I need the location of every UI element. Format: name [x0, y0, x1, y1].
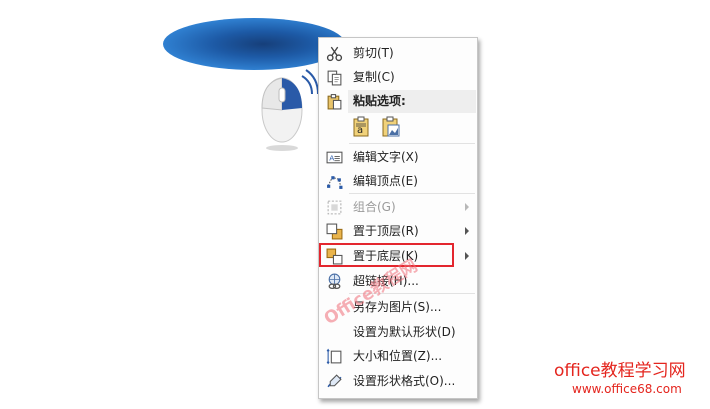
menu-item-label: 设置为默认形状(D): [353, 325, 456, 339]
group-icon: [327, 200, 342, 215]
menu-item-group[interactable]: 组合(G): [319, 195, 477, 219]
copy-icon: [327, 70, 342, 86]
scissors-icon: [326, 46, 343, 62]
menu-item-bring-to-front[interactable]: 置于顶层(R): [319, 219, 477, 243]
menu-item-format-shape[interactable]: 设置形状格式(O)...: [319, 369, 477, 393]
menu-item-edit-text[interactable]: A 编辑文字(X): [319, 145, 477, 169]
menu-item-label: 编辑文字(X): [353, 150, 419, 164]
send-to-back-highlight-box: [319, 243, 454, 267]
menu-item-size-position[interactable]: 大小和位置(Z)...: [319, 344, 477, 368]
paste-options-label: 粘贴选项:: [353, 94, 406, 108]
bring-to-front-icon: [326, 223, 343, 240]
menu-item-copy[interactable]: 复制(C): [319, 65, 477, 89]
menu-item-label: 置于顶层(R): [353, 224, 419, 238]
submenu-arrow-icon: [465, 203, 469, 211]
format-shape-icon: [327, 374, 342, 388]
menu-separator: [349, 193, 475, 194]
menu-item-label: 大小和位置(Z)...: [353, 349, 443, 363]
menu-item-label: 编辑顶点(E): [353, 174, 418, 188]
mouse-click-icon: [261, 69, 319, 151]
slide-canvas[interactable]: 剪切(T) 复制(C) 粘贴选项: a A 编辑文字(X) 编辑顶点(E) 组合…: [0, 0, 710, 409]
menu-item-label: 设置形状格式(O)...: [353, 374, 456, 388]
svg-text:a: a: [357, 125, 363, 136]
menu-item-edit-points[interactable]: 编辑顶点(E): [319, 169, 477, 193]
submenu-arrow-icon: [465, 227, 469, 235]
edit-text-icon: A: [326, 151, 343, 164]
context-menu: 剪切(T) 复制(C) 粘贴选项: a A 编辑文字(X) 编辑顶点(E) 组合…: [318, 37, 478, 399]
menu-separator: [349, 143, 475, 144]
menu-item-label: 组合(G): [353, 200, 396, 214]
size-position-icon: [326, 348, 342, 365]
picture-icon[interactable]: [381, 116, 401, 138]
hyperlink-icon: [328, 273, 341, 290]
menu-item-label: 复制(C): [353, 70, 395, 84]
menu-item-set-default-shape[interactable]: 设置为默认形状(D): [319, 320, 477, 344]
submenu-arrow-icon: [465, 252, 469, 260]
keep-text-only-icon[interactable]: a: [352, 116, 372, 138]
paste-icon: [327, 94, 342, 110]
edit-points-icon: [327, 176, 343, 189]
brand-title: office教程学习网: [554, 361, 686, 381]
brand-url: www.office68.com: [572, 382, 682, 396]
paste-options-header: 粘贴选项:: [319, 89, 477, 113]
menu-item-cut[interactable]: 剪切(T): [319, 41, 477, 65]
menu-item-label: 剪切(T): [353, 46, 394, 60]
